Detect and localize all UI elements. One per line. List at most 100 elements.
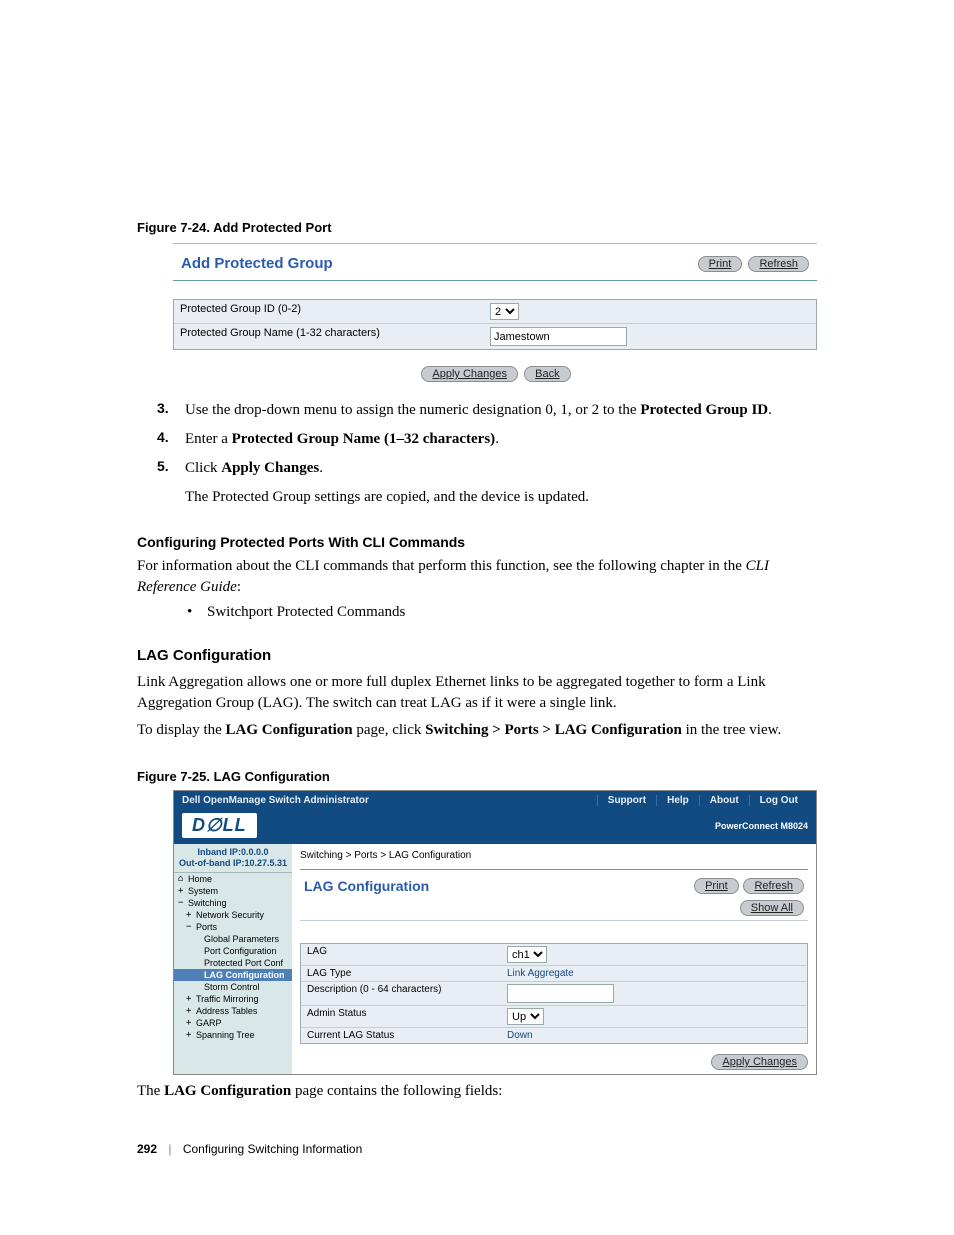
page-footer: 292 | Configuring Switching Information (137, 1142, 817, 1156)
step-4: 4. Enter a Protected Group Name (1–32 ch… (157, 429, 817, 450)
text-bold: Switching > Ports > LAG Configuration (425, 722, 682, 738)
text: For information about the CLI commands t… (137, 558, 746, 574)
step-list: 3. Use the drop-down menu to assign the … (157, 400, 817, 479)
nav-spanning-tree[interactable]: +Spanning Tree (174, 1029, 292, 1041)
value-current-status: Down (507, 1030, 533, 1041)
about-link[interactable]: About (699, 795, 749, 806)
text: . (768, 402, 772, 418)
final-sentence: The LAG Configuration page contains the … (137, 1081, 817, 1102)
label-group-name: Protected Group Name (1-32 characters) (180, 327, 490, 346)
text: . (495, 431, 499, 447)
expand-icon: + (186, 910, 196, 920)
admin-status-select[interactable]: Up (507, 1008, 544, 1025)
nav-traffic-mirroring[interactable]: +Traffic Mirroring (174, 993, 292, 1005)
breadcrumb: Switching > Ports > LAG Configuration (300, 848, 808, 869)
text: : (237, 579, 241, 595)
figure-7-24-caption: Figure 7-24. Add Protected Port (137, 220, 817, 235)
nav-home[interactable]: ⌂Home (174, 873, 292, 885)
nav-switching[interactable]: −Switching (174, 897, 292, 909)
refresh-button[interactable]: Refresh (748, 256, 809, 272)
text-bold: LAG Configuration (164, 1083, 291, 1099)
panel-actions: Print Refresh (696, 254, 809, 272)
form-body: Protected Group ID (0-2) 2 Protected Gro… (173, 299, 817, 350)
page-root: Figure 7-24. Add Protected Port Add Prot… (67, 0, 887, 1196)
text-bold: Protected Group ID (640, 402, 768, 418)
text: The (137, 1083, 164, 1099)
description-input[interactable] (507, 984, 614, 1003)
panel-header: Add Protected Group Print Refresh (173, 250, 817, 281)
heading-lag-configuration: LAG Configuration (137, 647, 817, 664)
nav-ports[interactable]: −Ports (174, 921, 292, 933)
lag-select[interactable]: ch1 (507, 946, 547, 963)
protected-group-id-select[interactable]: 2 (490, 303, 519, 320)
protected-group-name-input[interactable] (490, 327, 627, 346)
row-lag: LAG ch1 (301, 944, 807, 966)
nav-garp[interactable]: +GARP (174, 1017, 292, 1029)
expand-icon: + (186, 1018, 196, 1028)
expand-icon: + (178, 886, 188, 896)
nav-storm-control[interactable]: Storm Control (174, 981, 292, 993)
brand-bar: D∅LL PowerConnect M8024 (174, 809, 816, 844)
nav-port-configuration[interactable]: Port Configuration (174, 945, 292, 957)
panel-title: LAG Configuration (304, 878, 429, 894)
dell-logo: D∅LL (182, 813, 257, 838)
text: page, click (353, 722, 425, 738)
main-area: Inband IP:0.0.0.0 Out-of-band IP:10.27.5… (174, 844, 816, 1074)
text: in the tree view. (682, 722, 781, 738)
print-button[interactable]: Print (694, 878, 739, 894)
content-area: Switching > Ports > LAG Configuration LA… (292, 844, 816, 1074)
refresh-button[interactable]: Refresh (743, 878, 804, 894)
nav-system[interactable]: +System (174, 885, 292, 897)
lag-paragraph-2: To display the LAG Configuration page, c… (137, 720, 817, 741)
text-bold: LAG Configuration (226, 722, 353, 738)
cli-paragraph: For information about the CLI commands t… (137, 556, 817, 598)
logout-link[interactable]: Log Out (749, 795, 808, 806)
inband-ip: Inband IP:0.0.0.0 (174, 847, 292, 858)
collapse-icon: − (186, 922, 196, 932)
figure-7-25-caption: Figure 7-25. LAG Configuration (137, 769, 817, 784)
apply-changes-button[interactable]: Apply Changes (421, 366, 518, 382)
apply-changes-button[interactable]: Apply Changes (711, 1054, 808, 1070)
step-number: 5. (157, 458, 185, 479)
step-number: 4. (157, 429, 185, 450)
row-group-id: Protected Group ID (0-2) 2 (174, 300, 816, 324)
lag-paragraph-1: Link Aggregation allows one or more full… (137, 672, 817, 714)
panel: LAG Configuration Print Refresh Show All (300, 869, 808, 1070)
home-icon: ⌂ (178, 874, 188, 884)
cli-bullet: • Switchport Protected Commands (187, 604, 817, 621)
top-links: Support Help About Log Out (597, 795, 808, 806)
nav-protected-port-conf[interactable]: Protected Port Conf (174, 957, 292, 969)
add-protected-group-screenshot: Add Protected Group Print Refresh Protec… (173, 243, 817, 382)
nav-address-tables[interactable]: +Address Tables (174, 1005, 292, 1017)
device-ip: Inband IP:0.0.0.0 Out-of-band IP:10.27.5… (174, 844, 292, 873)
expand-icon: + (186, 1006, 196, 1016)
panel-title: Add Protected Group (181, 255, 333, 272)
nav-network-security[interactable]: +Network Security (174, 909, 292, 921)
row-group-name: Protected Group Name (1-32 characters) (174, 324, 816, 349)
show-all-button[interactable]: Show All (740, 900, 804, 916)
text: Enter a (185, 431, 232, 447)
lag-configuration-screenshot: Dell OpenManage Switch Administrator Sup… (173, 790, 817, 1075)
page-number: 292 (137, 1142, 157, 1156)
nav-lag-configuration[interactable]: LAG Configuration (174, 969, 292, 981)
nav-global-parameters[interactable]: Global Parameters (174, 933, 292, 945)
back-button[interactable]: Back (524, 366, 570, 382)
text: . (319, 460, 323, 476)
label-description: Description (0 - 64 characters) (307, 984, 507, 1003)
support-link[interactable]: Support (597, 795, 656, 806)
expand-icon: + (186, 994, 196, 1004)
bullet-text: Switchport Protected Commands (207, 604, 405, 621)
label-current-status: Current LAG Status (307, 1030, 507, 1041)
apply-row: Apply Changes (300, 1054, 808, 1070)
value-lag-type: Link Aggregate (507, 968, 574, 979)
panel-buttons: Print Refresh Show All (692, 878, 804, 916)
lag-form: LAG ch1 LAG Type Link Aggregate Descript… (300, 943, 808, 1044)
print-button[interactable]: Print (698, 256, 743, 272)
help-link[interactable]: Help (656, 795, 699, 806)
text: page contains the following fields: (291, 1083, 502, 1099)
product-name: PowerConnect M8024 (715, 821, 808, 831)
step-5: 5. Click Apply Changes. (157, 458, 817, 479)
row-current-status: Current LAG Status Down (301, 1028, 807, 1043)
label-admin-status: Admin Status (307, 1008, 507, 1025)
action-row: Apply Changes Back (173, 364, 817, 382)
